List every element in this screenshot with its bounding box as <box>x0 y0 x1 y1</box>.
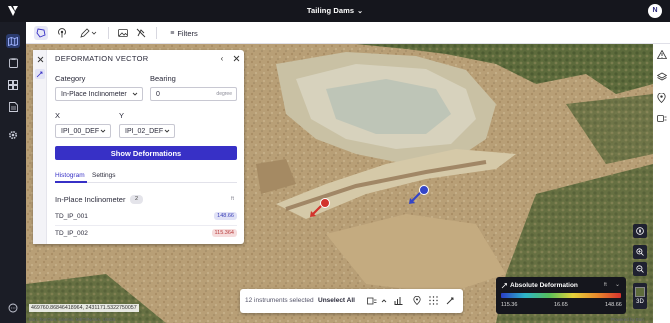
x-select[interactable]: IPI_00_DEF <box>55 124 111 138</box>
panel-title: DEFORMATION VECTOR <box>55 54 149 63</box>
list-item[interactable]: TD_IP_001 148.66 <box>55 210 237 224</box>
x-label: X <box>55 111 61 120</box>
label-toggle-icon[interactable] <box>655 112 668 125</box>
list-item[interactable]: TD_IP_002 115.364 <box>55 227 237 241</box>
unselect-all-button[interactable]: Unselect All <box>318 297 355 304</box>
bearing-value: 0 <box>156 90 160 98</box>
vector-tool-icon[interactable] <box>35 69 45 79</box>
left-nav-rail <box>0 22 26 323</box>
color-scale-bar <box>501 293 621 298</box>
show-deformations-button[interactable]: Show Deformations <box>55 146 237 160</box>
group-title: In-Place Inclinometer <box>55 195 126 204</box>
selected-count: 12 instruments selected <box>245 297 314 304</box>
map-attribution: Esri, TomTom, Garmin, METI/NASA, USGS <box>29 317 116 322</box>
tab-settings[interactable]: Settings <box>92 172 116 179</box>
chat-icon[interactable] <box>6 301 20 315</box>
filters-label: Filters <box>177 28 198 38</box>
draw-tool-dropdown[interactable] <box>78 26 100 40</box>
category-value: In-Place Inclinometer <box>61 90 127 98</box>
legend-min-value: 115.36 <box>501 302 518 308</box>
zoom-in-icon[interactable] <box>633 245 647 259</box>
image-layer-icon[interactable] <box>116 26 130 40</box>
filters-button[interactable]: ≡ Filters <box>166 26 202 40</box>
deformation-vector-panel: DEFORMATION VECTOR ‹ Category In-Place I… <box>33 50 244 244</box>
grid-select-icon[interactable] <box>428 295 439 306</box>
y-value: IPI_02_DEF <box>125 127 163 135</box>
polygon-select-icon[interactable] <box>34 26 48 40</box>
map-icon[interactable] <box>6 34 20 48</box>
clipboard-icon[interactable] <box>6 56 20 70</box>
chevron-down-icon[interactable]: ⌄ <box>615 281 620 288</box>
panel-side-tabs <box>33 50 47 244</box>
basemap-thumbnail <box>635 287 645 297</box>
instrument-marker-td-ip-002[interactable] <box>305 195 335 220</box>
toolbar-divider <box>156 27 157 39</box>
vector-tool-icon[interactable] <box>445 295 456 306</box>
close-icon[interactable] <box>35 54 45 64</box>
bearing-input[interactable]: 0 degree <box>150 87 237 101</box>
powered-by-esri[interactable]: Powered by Esri <box>611 317 644 322</box>
legend-title: Absolute Deformation <box>510 282 578 289</box>
tab-histogram[interactable]: Histogram <box>55 172 85 179</box>
chevron-up-icon[interactable] <box>378 295 389 306</box>
signal-tower-icon[interactable] <box>55 26 69 40</box>
group-count-badge: 2 <box>130 195 143 204</box>
zoom-out-icon[interactable] <box>633 262 647 276</box>
basemap-3d-toggle[interactable]: 3D <box>633 283 647 309</box>
chevron-down-icon <box>132 91 138 99</box>
instrument-marker-td-ip-001[interactable] <box>404 183 434 208</box>
legend-unit: ft <box>604 282 607 288</box>
legend-max-value: 148.66 <box>605 302 622 308</box>
compass-icon[interactable] <box>633 224 647 238</box>
instrument-name: TD_IP_001 <box>55 213 88 220</box>
chevron-down-icon: ⌄ <box>357 8 364 15</box>
project-title: Tailing Dams <box>306 6 355 15</box>
bar-chart-icon[interactable] <box>393 295 404 306</box>
project-selector[interactable]: Tailing Dams ⌄ <box>0 6 670 15</box>
location-pin-icon[interactable] <box>411 295 422 306</box>
label-display-icon[interactable] <box>366 295 377 306</box>
cursor-coordinates: 469760.86846418964, 2431171.5322750057 <box>29 304 139 312</box>
chevron-down-icon <box>164 128 170 136</box>
report-icon[interactable] <box>6 100 20 114</box>
map-toolbar: ≡ Filters <box>26 22 670 44</box>
deformation-legend: Absolute Deformation ft ⌄ 115.36 16.65 1… <box>496 277 626 314</box>
location-pin-icon[interactable] <box>655 91 668 104</box>
view-3d-label: 3D <box>636 299 644 305</box>
legend-mid-value: 16.65 <box>554 302 568 308</box>
user-avatar[interactable]: N <box>648 4 662 18</box>
selection-bar: 12 instruments selected Unselect All <box>240 289 463 313</box>
chevron-left-icon[interactable]: ‹ <box>217 53 227 63</box>
category-label: Category <box>55 74 86 83</box>
group-unit: ft <box>231 196 235 202</box>
deformation-value-badge: 148.66 <box>214 212 237 220</box>
panel-close-icon[interactable] <box>231 53 241 63</box>
instrument-name: TD_IP_002 <box>55 230 88 237</box>
bearing-unit: degree <box>216 91 232 97</box>
active-tab-indicator <box>55 181 87 183</box>
chevron-down-icon <box>100 128 106 136</box>
row-divider <box>55 225 237 226</box>
toolbar-divider <box>108 27 109 39</box>
filter-lines-icon: ≡ <box>170 29 175 37</box>
top-bar: Tailing Dams ⌄ N <box>0 0 670 22</box>
clear-selection-icon[interactable] <box>134 26 148 40</box>
right-tool-rail <box>653 44 670 323</box>
x-value: IPI_00_DEF <box>61 127 99 135</box>
vector-arrow-icon <box>501 282 508 291</box>
settings-gear-icon[interactable] <box>6 128 20 142</box>
category-select[interactable]: In-Place Inclinometer <box>55 87 143 101</box>
y-label: Y <box>119 111 125 120</box>
y-select[interactable]: IPI_02_DEF <box>119 124 175 138</box>
dashboard-icon[interactable] <box>6 78 20 92</box>
bearing-label: Bearing <box>150 74 176 83</box>
deformation-value-badge: 115.364 <box>211 229 237 237</box>
layers-icon[interactable] <box>655 70 668 83</box>
warning-icon[interactable] <box>655 48 668 61</box>
